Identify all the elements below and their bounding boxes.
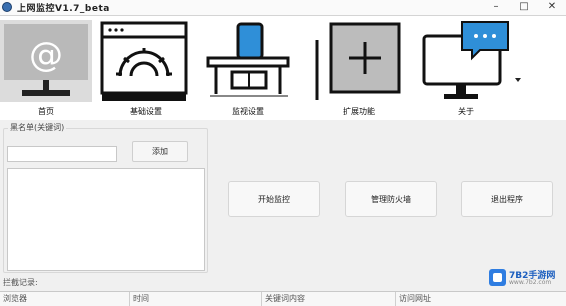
at-monitor-icon: @ bbox=[0, 20, 92, 102]
column-browser[interactable]: 浏览器 bbox=[0, 292, 130, 306]
gear-icon bbox=[100, 21, 188, 101]
exit-program-button[interactable]: 退出程序 bbox=[461, 181, 553, 217]
intercept-log-label: 拦截记录: bbox=[3, 278, 38, 287]
blacklist-legend: 黑名单(关键词) bbox=[8, 122, 67, 133]
column-time[interactable]: 时间 bbox=[130, 292, 262, 306]
toolbar-basic-settings[interactable]: 基础设置 bbox=[100, 20, 192, 120]
desk-chair-icon bbox=[206, 22, 290, 97]
title-bar: 上网监控V1.7_beta – □ ✕ bbox=[0, 0, 566, 16]
watermark-logo-icon bbox=[489, 269, 506, 286]
app-icon bbox=[2, 2, 12, 12]
toolbar-home-label: 首页 bbox=[38, 107, 54, 116]
minimize-button[interactable]: – bbox=[482, 0, 510, 14]
column-url[interactable]: 访问网址 bbox=[396, 292, 566, 306]
toolbar-extensions[interactable]: 扩展功能 bbox=[313, 20, 405, 120]
maximize-button[interactable]: □ bbox=[510, 0, 538, 14]
keyword-input[interactable] bbox=[7, 146, 117, 162]
chat-monitor-icon bbox=[422, 21, 509, 99]
toolbar-basic-settings-label: 基础设置 bbox=[130, 107, 162, 116]
add-keyword-button[interactable]: 添加 bbox=[132, 141, 188, 162]
toolbar-home[interactable]: @ 首页 bbox=[0, 20, 92, 120]
keyword-list[interactable] bbox=[7, 168, 205, 271]
toolbar-monitor-settings-label: 监视设置 bbox=[232, 107, 264, 116]
toolbar-monitor-settings[interactable]: 监视设置 bbox=[202, 20, 294, 120]
window-title: 上网监控V1.7_beta bbox=[17, 4, 110, 14]
toolbar-about[interactable]: 关于 bbox=[420, 20, 512, 120]
site-watermark: 7B2手游网 www.7b2.com bbox=[489, 268, 562, 289]
blacklist-group: 黑名单(关键词) 添加 bbox=[3, 122, 208, 273]
column-keyword[interactable]: 关键词内容 bbox=[262, 292, 396, 306]
svg-text:@: @ bbox=[29, 35, 63, 75]
start-monitor-button[interactable]: 开始监控 bbox=[228, 181, 320, 217]
toolbar-extensions-label: 扩展功能 bbox=[343, 107, 375, 116]
main-toolbar: @ 首页 基础设置 监视设置 扩展功能 关于 bbox=[0, 16, 566, 120]
log-table-header: 浏览器 时间 关键词内容 访问网址 bbox=[0, 291, 566, 306]
plus-box-icon bbox=[315, 22, 401, 100]
close-button[interactable]: ✕ bbox=[538, 0, 566, 14]
toolbar-about-label: 关于 bbox=[458, 107, 474, 116]
watermark-site: www.7b2.com bbox=[509, 279, 552, 286]
manage-firewall-button[interactable]: 管理防火墙 bbox=[345, 181, 437, 217]
chevron-down-icon[interactable] bbox=[515, 78, 521, 82]
